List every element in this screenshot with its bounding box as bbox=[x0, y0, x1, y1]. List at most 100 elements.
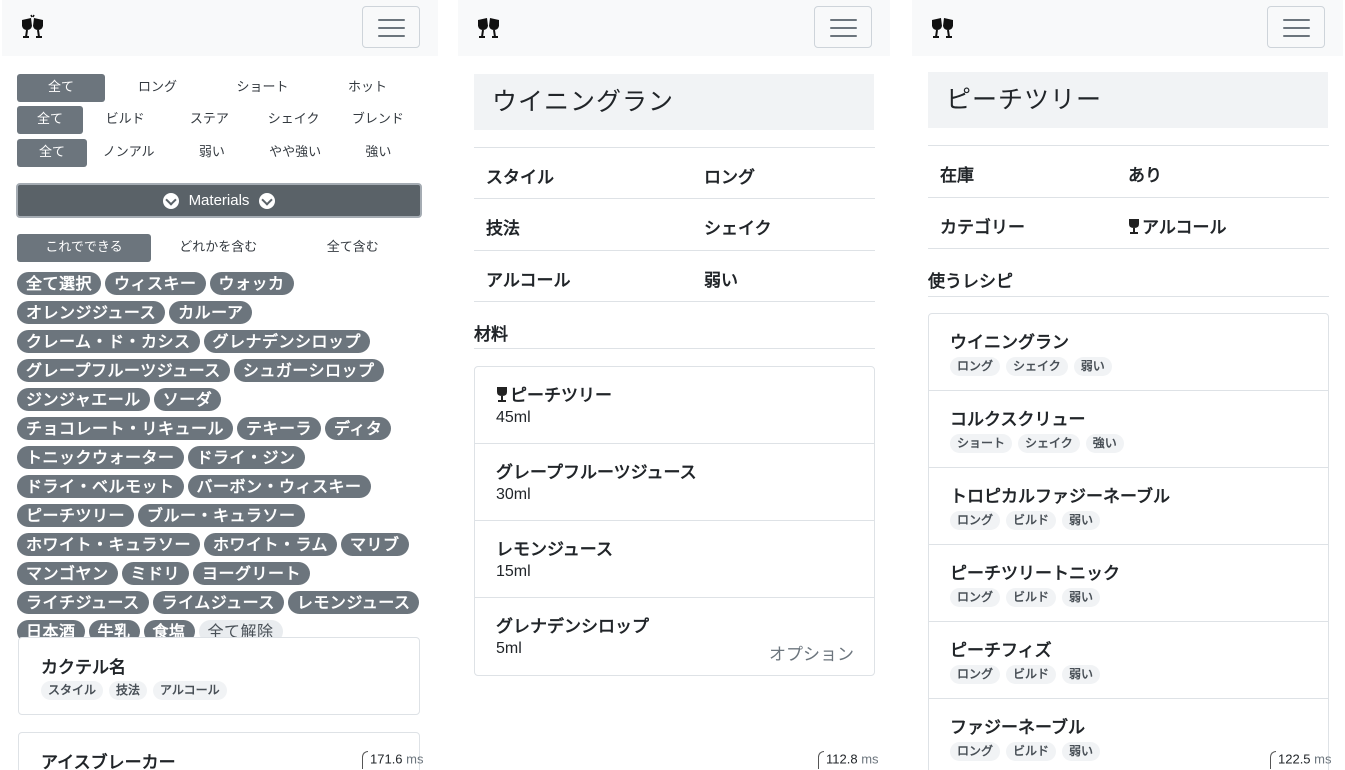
material-chip[interactable]: オレンジジュース bbox=[17, 301, 166, 324]
recipe-tags: ロング ビルド 弱い bbox=[950, 665, 1101, 684]
material-item[interactable]: レモンジュース 15ml bbox=[475, 521, 874, 598]
cocktail-list-panel: 全て ロング ショート ホット 全て ビルド ステア シェイク ブレンド 全て … bbox=[0, 0, 440, 770]
recipe-tags: ロング ビルド 弱い bbox=[950, 511, 1101, 530]
alcohol-filter-all[interactable]: 全て bbox=[17, 139, 87, 167]
recipe-item[interactable]: ピーチフィズ ロング ビルド 弱い bbox=[929, 622, 1328, 699]
material-chip[interactable]: マリブ bbox=[341, 533, 409, 556]
material-chip[interactable]: ホワイト・ラム bbox=[204, 533, 338, 556]
recipe-item[interactable]: ファジーネーブル ロング ビルド 弱い bbox=[929, 699, 1328, 770]
material-amount: 30ml bbox=[496, 486, 531, 503]
material-chip[interactable]: グレープフルーツジュース bbox=[17, 359, 230, 382]
material-chip[interactable]: チョコレート・リキュール bbox=[17, 417, 234, 440]
render-timer-value: 122.5 bbox=[1278, 751, 1311, 767]
material-chip[interactable]: ブルー・キュラソー bbox=[138, 504, 305, 527]
detail-value: アルコール bbox=[1142, 218, 1227, 238]
material-chip[interactable]: ミドリ bbox=[121, 562, 190, 585]
material-item[interactable]: グレープフルーツジュース 30ml bbox=[475, 444, 874, 521]
material-amount: 45ml bbox=[496, 409, 531, 426]
material-chip[interactable]: ライムジュース bbox=[152, 591, 284, 614]
cheers-glasses-icon[interactable] bbox=[474, 12, 504, 42]
material-chip[interactable]: グレナデンシロップ bbox=[203, 330, 371, 353]
detail-row-alcohol: アルコール 弱い bbox=[474, 250, 875, 302]
style-filter-short[interactable]: ショート bbox=[210, 74, 315, 102]
alcohol-filter-nonalcoholic[interactable]: ノンアル bbox=[87, 139, 170, 167]
recipe-item[interactable]: ウイニングラン ロング シェイク 弱い bbox=[929, 314, 1328, 391]
method-filter-all[interactable]: 全て bbox=[17, 106, 83, 134]
material-chip[interactable]: ウィスキー bbox=[105, 272, 206, 295]
alcohol-filter-strong[interactable]: 強い bbox=[337, 139, 420, 167]
detail-value-wrap: アルコール bbox=[1128, 213, 1227, 238]
method-filter-shake[interactable]: シェイク bbox=[252, 106, 336, 134]
tag-method: 技法 bbox=[109, 681, 148, 700]
recipe-item[interactable]: ピーチツリートニック ロング ビルド 弱い bbox=[929, 545, 1328, 622]
alcohol-filter-weak[interactable]: 弱い bbox=[170, 139, 253, 167]
match-mode-any[interactable]: どれかを含む bbox=[151, 234, 286, 262]
material-chip[interactable]: ウォッカ bbox=[209, 272, 294, 295]
recipe-name: トロピカルファジーネーブル bbox=[950, 487, 1170, 507]
style-filter-long[interactable]: ロング bbox=[105, 74, 210, 102]
method-filter-blend[interactable]: ブレンド bbox=[336, 106, 420, 134]
materials-toggle-button[interactable]: Materials bbox=[16, 183, 422, 218]
material-chip[interactable]: シュガーシロップ bbox=[233, 359, 384, 382]
recipe-tags: ショート シェイク 強い bbox=[950, 434, 1124, 453]
material-chip[interactable]: レモンジュース bbox=[287, 591, 420, 614]
divider bbox=[474, 301, 875, 302]
material-chip[interactable]: ディタ bbox=[325, 417, 392, 440]
method-filter-build[interactable]: ビルド bbox=[83, 106, 167, 134]
cheers-glasses-icon[interactable] bbox=[18, 12, 48, 42]
tag-alcohol: アルコール bbox=[153, 681, 227, 700]
material-chip[interactable]: ソーダ bbox=[153, 388, 222, 411]
navbar bbox=[912, 0, 1343, 56]
style-filter-hot[interactable]: ホット bbox=[315, 74, 420, 102]
detail-value: シェイク bbox=[704, 219, 772, 239]
divider bbox=[928, 296, 1329, 297]
render-timer-unit: ms bbox=[1314, 751, 1332, 767]
method-filter: 全て ビルド ステア シェイク ブレンド bbox=[17, 106, 420, 134]
materials-label: Materials bbox=[188, 192, 250, 209]
recipe-item[interactable]: コルクスクリューショート シェイク 強い bbox=[929, 391, 1328, 468]
detail-row-category: カテゴリー アルコール bbox=[928, 197, 1329, 249]
material-chip[interactable]: ジンジャエール bbox=[17, 388, 150, 411]
material-chip[interactable]: ドライ・ベルモット bbox=[17, 475, 184, 498]
material-item[interactable]: ピーチツリー 45ml bbox=[475, 367, 874, 444]
match-mode-makeable[interactable]: これでできる bbox=[17, 234, 151, 262]
material-chip[interactable]: バーボン・ウィスキー bbox=[187, 475, 371, 498]
page-title: ウイニングラン bbox=[474, 74, 874, 130]
match-mode-filter: これでできる どれかを含む 全て含む bbox=[17, 234, 420, 262]
navbar-toggle-button[interactable] bbox=[362, 6, 420, 48]
material-chip[interactable]: クレーム・ド・カシス bbox=[17, 330, 200, 353]
material-item[interactable]: グレナデンシロップ 5ml オプション bbox=[475, 598, 874, 675]
select-all-chip[interactable]: 全て選択 bbox=[17, 272, 102, 295]
detail-key: アルコール bbox=[486, 271, 571, 291]
cocktail-card[interactable]: アイスブレーカー bbox=[18, 732, 420, 770]
navbar-toggle-button[interactable] bbox=[814, 6, 872, 48]
style-filter-all[interactable]: 全て bbox=[17, 74, 105, 102]
detail-row-stock: 在庫 あり bbox=[928, 145, 1329, 197]
cheers-glasses-icon[interactable] bbox=[928, 12, 958, 42]
material-name: グレープフルーツジュース bbox=[496, 463, 697, 483]
recipe-tag: 弱い bbox=[1062, 665, 1101, 684]
material-chip[interactable]: ホワイト・キュラソー bbox=[17, 533, 201, 556]
material-amount: 5ml bbox=[496, 640, 522, 657]
material-chip[interactable]: ライチジュース bbox=[17, 591, 149, 614]
alcohol-filter-medium[interactable]: やや強い bbox=[254, 139, 337, 167]
material-chip[interactable]: ヨーグリート bbox=[193, 562, 311, 585]
recipe-tag: シェイク bbox=[1018, 434, 1080, 453]
detail-key: 技法 bbox=[486, 219, 520, 239]
match-mode-all[interactable]: 全て含む bbox=[286, 234, 421, 262]
material-chip[interactable]: マンゴヤン bbox=[17, 562, 118, 585]
method-filter-stir[interactable]: ステア bbox=[167, 106, 251, 134]
recipe-tags: ロング ビルド 弱い bbox=[950, 588, 1101, 607]
material-chip[interactable]: トニックウォーター bbox=[17, 446, 184, 469]
material-chip[interactable]: ドライ・ジン bbox=[187, 446, 305, 469]
recipe-item[interactable]: トロピカルファジーネーブル ロング ビルド 弱い bbox=[929, 468, 1328, 545]
material-chip[interactable]: ピーチツリー bbox=[17, 504, 135, 527]
cocktail-list-header-card: カクテル名 スタイル 技法 アルコール bbox=[18, 637, 420, 715]
navbar-toggle-button[interactable] bbox=[1267, 6, 1325, 48]
recipe-tag: ロング bbox=[950, 357, 1001, 376]
recipe-name: コルクスクリュー bbox=[950, 410, 1086, 430]
material-chip[interactable]: テキーラ bbox=[237, 417, 322, 440]
detail-value: ロング bbox=[704, 168, 755, 188]
material-chip[interactable]: カルーア bbox=[169, 301, 253, 324]
page-title: ピーチツリー bbox=[928, 72, 1328, 128]
